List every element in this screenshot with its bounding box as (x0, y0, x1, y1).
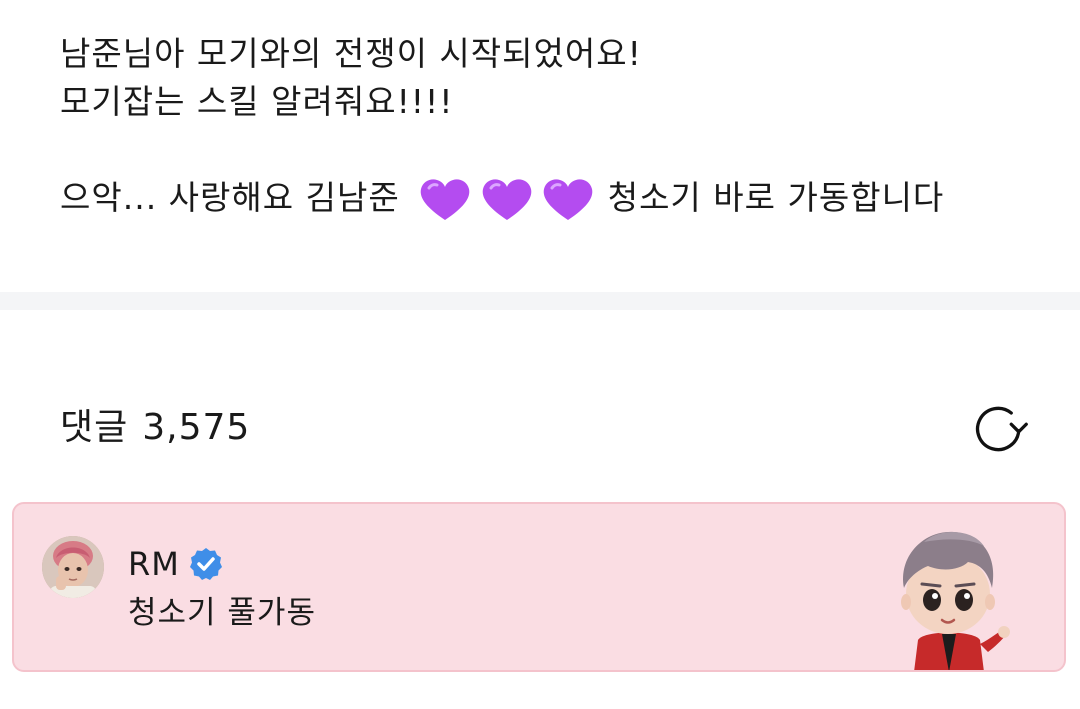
post-line-3-end: 청소기 바로 가동합니다 (607, 178, 945, 217)
post-line-2: 모기잡는 스킬 알려줘요!!!! (60, 82, 454, 121)
comments-title: 댓글 3,575 (60, 400, 250, 456)
avatar[interactable] (42, 536, 104, 598)
refresh-icon (975, 406, 1028, 452)
post-body: 남준님아 모기와의 전쟁이 시작되었어요! 모기잡는 스킬 알려줘요!!!! 으… (60, 30, 1020, 222)
section-divider (0, 292, 1080, 310)
purple-heart-icon (543, 179, 593, 221)
post-line-3-start: 으악... 사랑해요 김남준 (60, 178, 400, 217)
verified-badge-icon (188, 546, 224, 582)
comments-label: 댓글 (60, 407, 129, 448)
post-line-3: 으악... 사랑해요 김남준 청소기 바로 가동합니다 (60, 174, 1020, 222)
comments-header: 댓글 3,575 (60, 400, 1030, 456)
comments-count: 3,575 (142, 407, 251, 448)
comment-author-row: RM (128, 544, 224, 584)
purple-heart-icon (482, 179, 532, 221)
character-sticker (884, 522, 1014, 670)
avatar-photo (42, 536, 104, 598)
purple-hearts-icon (417, 175, 593, 225)
refresh-button[interactable] (970, 402, 1030, 454)
post-line-1: 남준님아 모기와의 전쟁이 시작되었어요! (60, 34, 642, 73)
pinned-comment[interactable]: RM 청소기 풀가동 (12, 502, 1066, 672)
purple-heart-icon (420, 179, 470, 221)
comment-text: 청소기 풀가동 (128, 595, 316, 631)
comment-author-name[interactable]: RM (128, 545, 180, 583)
